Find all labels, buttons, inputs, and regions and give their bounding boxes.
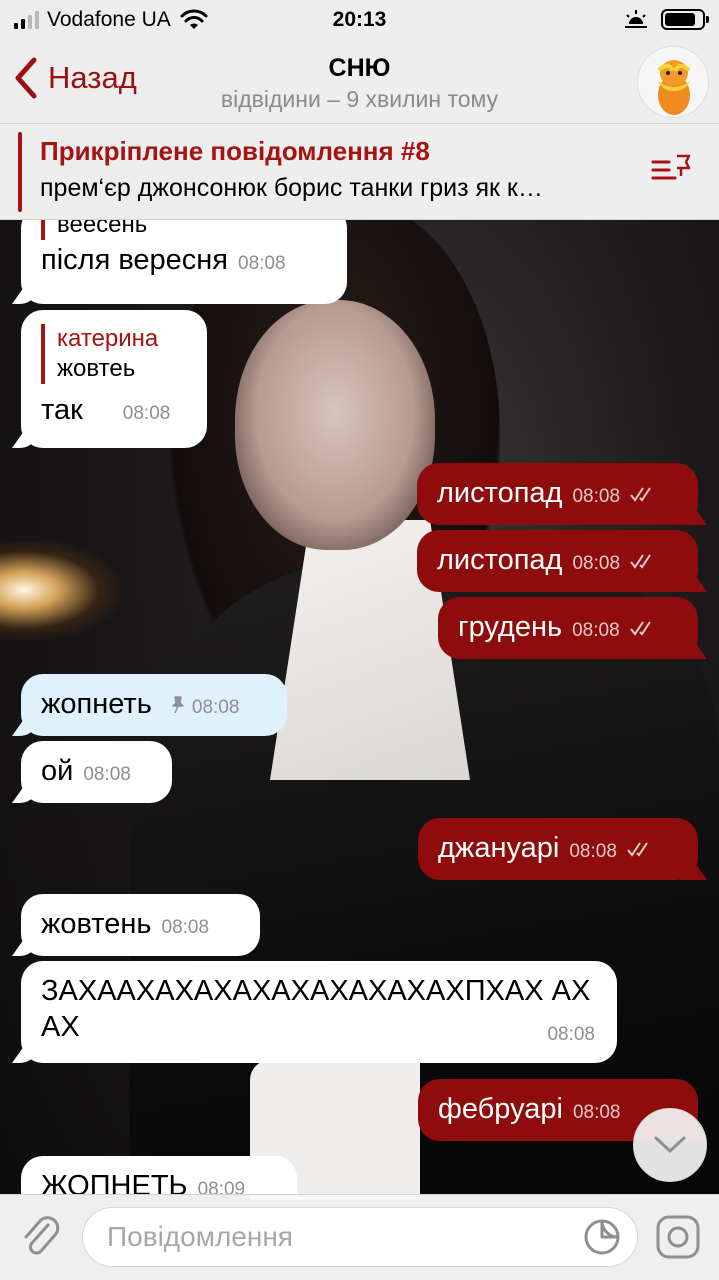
message-time: 08:08 xyxy=(569,841,617,862)
read-ticks-icon xyxy=(627,842,648,858)
message-incoming[interactable]: ой 08:08 xyxy=(21,741,172,803)
message-time: 08:08 xyxy=(572,553,621,574)
message-incoming-pinned[interactable]: жопнеть 08:08 xyxy=(21,674,287,736)
last-seen-status: відвідини – 9 хвилин тому xyxy=(220,86,499,112)
message-text: листопад xyxy=(437,544,563,576)
message-text: фебруарі xyxy=(438,1093,563,1125)
message-text: так xyxy=(41,394,83,426)
paperclip-icon[interactable] xyxy=(18,1213,62,1261)
message-time: 08:08 xyxy=(161,917,210,938)
pinned-message-bar[interactable]: Прикріплене повідомлення #8 прем‘єр джон… xyxy=(0,124,719,220)
message-text: після вересня xyxy=(41,244,229,276)
message-incoming[interactable]: ЗАХААХАХАХАХАХАХАХАХАХПХАХ АХАХ 08:08 xyxy=(21,961,617,1063)
message-text: ой xyxy=(41,755,74,787)
message-composer xyxy=(0,1194,719,1280)
message-time: 08:08 xyxy=(191,697,240,718)
message-text: ЗАХААХАХАХАХАХАХАХАХАХПХАХ АХАХ xyxy=(41,975,591,1043)
message-time: 08:08 xyxy=(547,1024,595,1045)
pinned-indicator xyxy=(18,132,22,212)
chat-header: Назад СНЮ відвідини – 9 хвилин тому xyxy=(0,40,719,124)
message-time: 08:08 xyxy=(572,1102,621,1123)
read-ticks-icon xyxy=(630,487,651,503)
message-outgoing[interactable]: джануарі 08:08 xyxy=(418,818,698,880)
reply-quote: катерина жовтеь xyxy=(41,324,187,384)
message-text: листопад xyxy=(437,477,563,509)
night-shift-icon xyxy=(625,10,647,28)
message-text: жовтень xyxy=(41,908,152,940)
pinned-title: Прикріплене повідомлення #8 xyxy=(40,136,430,166)
status-time: 20:13 xyxy=(332,8,387,31)
message-incoming[interactable]: веесень після вересня 08:08 xyxy=(21,220,347,304)
message-time: 08:08 xyxy=(83,764,131,785)
status-bar: Vodafone UA 20:13 xyxy=(0,0,719,40)
message-input[interactable] xyxy=(82,1207,638,1267)
message-time: 08:08 xyxy=(238,253,286,274)
reply-text: веесень xyxy=(57,220,148,238)
message-time: 08:08 xyxy=(572,620,620,641)
message-text: грудень xyxy=(458,611,563,643)
reply-text: жовтеь xyxy=(57,355,136,382)
read-ticks-icon xyxy=(630,554,651,570)
message-text: ЖОПНЕТЬ xyxy=(41,1170,188,1194)
pin-icon xyxy=(172,696,184,714)
chat-screen: Vodafone UA 20:13 Назад СНЮ відвідини – … xyxy=(0,0,719,1280)
sticker-icon[interactable] xyxy=(582,1217,622,1257)
reply-author: катерина xyxy=(57,325,159,352)
battery-icon xyxy=(661,8,709,30)
camera-icon[interactable] xyxy=(654,1213,702,1261)
pinned-text: прем‘єр джонсонюк борис танки гриз як к… xyxy=(40,174,543,202)
scroll-down-button[interactable] xyxy=(633,1108,707,1182)
status-right xyxy=(623,8,709,30)
message-text: жопнеть xyxy=(41,688,152,720)
message-incoming[interactable]: ЖОПНЕТЬ 08:09 xyxy=(21,1156,297,1194)
reply-quote: веесень xyxy=(41,220,327,240)
message-time: 08:08 xyxy=(122,403,171,424)
chevron-down-icon xyxy=(654,1136,686,1153)
message-time: 08:09 xyxy=(197,1179,246,1194)
chat-title[interactable]: СНЮ xyxy=(0,54,719,83)
read-ticks-icon xyxy=(629,621,651,637)
message-incoming[interactable]: катерина жовтеь так 08:08 xyxy=(21,310,207,448)
message-outgoing[interactable]: грудень 08:08 xyxy=(438,597,698,659)
lorax-avatar-icon xyxy=(638,47,708,117)
pinned-list-icon[interactable] xyxy=(651,152,693,188)
message-incoming[interactable]: жовтень 08:08 xyxy=(21,894,260,956)
message-list[interactable]: веесень після вересня 08:08 катерина жовт… xyxy=(0,220,719,1194)
avatar[interactable] xyxy=(637,46,709,118)
message-outgoing[interactable]: листопад 08:08 xyxy=(417,463,698,525)
message-outgoing[interactable]: листопад 08:08 xyxy=(417,530,698,592)
message-text: джануарі xyxy=(438,832,560,864)
message-time: 08:08 xyxy=(572,486,621,507)
